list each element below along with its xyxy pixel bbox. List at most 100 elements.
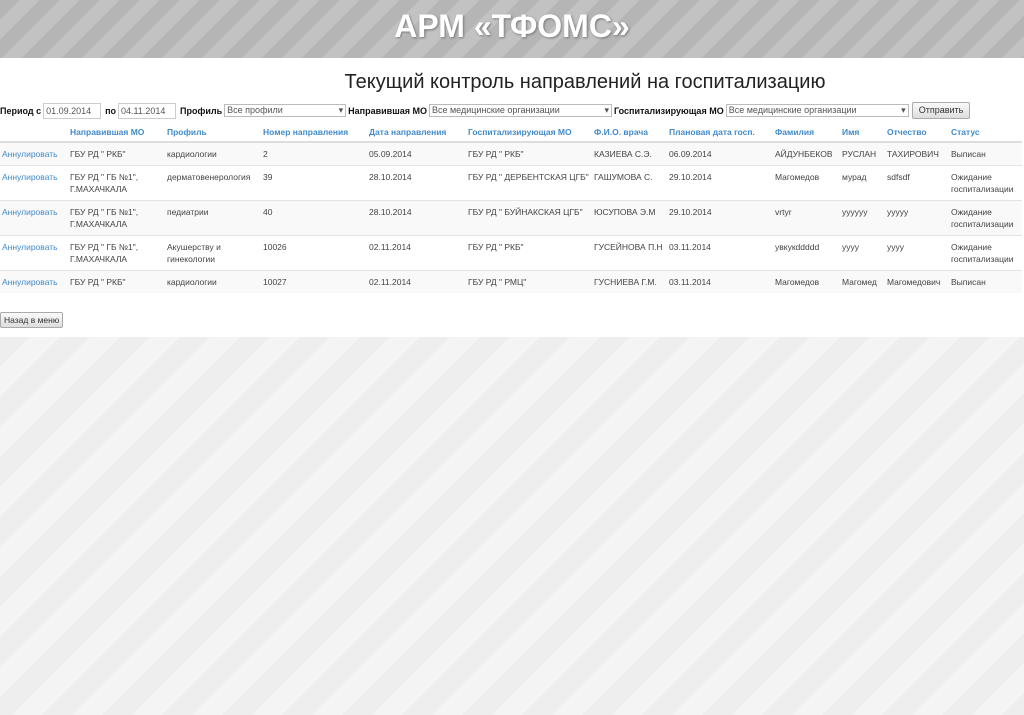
cell-referring-mo: ГБУ РД " РКБ" [68,270,165,293]
cell-hosp-mo: ГБУ РД " РКБ" [466,235,592,271]
annul-link[interactable]: Аннулировать [2,242,58,252]
cell-referral-date: 05.09.2014 [367,141,466,166]
page-title: Текущий контроль направлений на госпитал… [344,71,826,93]
background-pattern [0,337,1024,715]
annul-link[interactable]: Аннулировать [2,277,58,287]
cell-action: Аннулировать [0,235,68,271]
cell-planned-date: 29.10.2014 [667,200,773,236]
cell-last-name: Магомедов [773,270,840,293]
main-content: Текущий контроль направлений на госпитал… [0,58,1024,337]
annul-link[interactable]: Аннулировать [2,149,58,159]
cell-hosp-mo: ГБУ РД " БУЙНАКСКАЯ ЦГБ" [466,200,592,236]
cell-patronymic: yyyyy [885,200,949,236]
cell-profile: дерматовенерология [165,165,261,201]
cell-last-name: АЙДУНБЕКОВ [773,141,840,166]
cell-status: Ожидание госпитализации [949,165,1022,201]
cell-patronymic: ТАХИРОВИЧ [885,141,949,166]
hosp-mo-value: Все медицинские организации [728,105,857,115]
cell-action: Аннулировать [0,141,68,166]
cell-profile: кардиологии [165,270,261,293]
column-header-last-name: Фамилия [773,123,840,143]
cell-patronymic: yyyy [885,235,949,271]
cell-first-name: yyyy [840,235,885,271]
cell-last-name: увкукddddd [773,235,840,271]
cell-doctor-name: ЮСУПОВА Э.М [592,200,667,236]
profile-label: Профиль [180,105,223,116]
cell-referral-number: 40 [261,200,367,236]
table-row: Аннулировать ГБУ РД " ГБ №1", Г.МАХАЧКАЛА… [0,165,1022,201]
period-from-input[interactable]: 01.09.2014 [43,102,102,119]
referring-mo-value: Все медицинские организации [431,105,560,115]
cell-first-name: Магомед [840,270,885,293]
cell-doctor-name: КАЗИЕВА С.Э. [592,141,667,166]
cell-referral-number: 39 [261,165,367,201]
cell-referral-date: 02.11.2014 [367,270,466,293]
column-header-action [0,123,68,143]
cell-referral-date: 28.10.2014 [367,200,466,236]
column-header-referring-mo: Направившая МО [68,123,165,143]
dropdown-arrow-icon: ▾ [338,105,344,115]
cell-referral-number: 2 [261,141,367,166]
cell-status: Ожидание госпитализации [949,200,1022,236]
referring-mo-label: Направившая МО [348,105,427,116]
column-header-profile: Профиль [165,123,261,143]
column-header-first-name: Имя [840,123,885,143]
hosp-mo-label: Госпитализирующая МО [613,105,724,116]
cell-hosp-mo: ГБУ РД " РМЦ" [466,270,592,293]
cell-first-name: РУСЛАН [840,141,885,166]
column-header-referral-number: Номер направления [261,123,367,143]
cell-hosp-mo: ГБУ РД " ДЕРБЕНТСКАЯ ЦГБ" [466,165,592,201]
cell-status: Выписан [949,141,1022,166]
period-to-input[interactable]: 04.11.2014 [118,102,177,119]
cell-referral-date: 28.10.2014 [367,165,466,201]
annul-link[interactable]: Аннулировать [2,172,58,182]
column-header-doctor-name: Ф.И.О. врача [592,123,667,143]
cell-planned-date: 03.11.2014 [667,270,773,293]
app-title: АРМ «ТФОМС» [394,8,630,44]
referring-mo-select[interactable]: Все медицинские организации ▾ [428,104,612,117]
cell-referring-mo: ГБУ РД " ГБ №1", Г.МАХАЧКАЛА [68,165,165,201]
hosp-mo-select[interactable]: Все медицинские организации ▾ [725,104,909,117]
filter-bar: Период с 01.09.2014 по 04.11.2014 Профил… [0,102,971,119]
cell-planned-date: 29.10.2014 [667,165,773,201]
referrals-table: Направившая МО Профиль Номер направления Да… [0,123,1022,293]
cell-first-name: мурад [840,165,885,201]
profile-select[interactable]: Все профили ▾ [224,104,347,117]
cell-patronymic: sdfsdf [885,165,949,201]
table-row: Аннулировать ГБУ РД " ГБ №1", Г.МАХАЧКАЛА… [0,235,1022,271]
cell-status: Выписан [949,270,1022,293]
period-to-label: по [105,105,117,116]
cell-patronymic: Магомедович [885,270,949,293]
annul-link[interactable]: Аннулировать [2,207,58,217]
cell-first-name: yyyyyy [840,200,885,236]
cell-doctor-name: ГУСНИЕВА Г.М. [592,270,667,293]
table-row: Аннулировать ГБУ РД " РКБ" кардиологии 1002… [0,270,1022,293]
dropdown-arrow-icon: ▾ [604,105,609,115]
cell-referring-mo: ГБУ РД " РКБ" [68,141,165,166]
back-to-menu-button[interactable]: Назад в меню [0,312,64,328]
period-from-label: Период с [0,105,42,116]
submit-button[interactable]: Отправить [911,102,971,119]
app-header: АРМ «ТФОМС» [0,0,1024,58]
cell-last-name: Магомедов [773,165,840,201]
column-header-referral-date: Дата направления [367,123,466,143]
cell-profile: Акушерству и гинекологии [165,235,261,271]
cell-doctor-name: ГАШУМОВА С. [592,165,667,201]
dropdown-arrow-icon: ▾ [901,105,906,115]
column-header-hosp-mo: Госпитализирующая МО [466,123,592,143]
table-row: Аннулировать ГБУ РД " ГБ №1", Г.МАХАЧКАЛА… [0,200,1022,236]
cell-status: Ожидание госпитализации [949,235,1022,271]
column-header-planned-date: Плановая дата госп. [667,123,773,143]
cell-profile: кардиологии [165,141,261,166]
cell-action: Аннулировать [0,165,68,201]
profile-value: Все профили [227,105,283,115]
cell-profile: педиатрии [165,200,261,236]
cell-doctor-name: ГУСЕЙНОВА П.Н [592,235,667,271]
table-header-row: Направившая МО Профиль Номер направления Да… [0,123,1022,143]
cell-referral-number: 10027 [261,270,367,293]
cell-last-name: vrtyr [773,200,840,236]
table-row: Аннулировать ГБУ РД " РКБ" кардиологии 2 05.… [0,141,1022,166]
column-header-patronymic: Отчество [885,123,949,143]
cell-referring-mo: ГБУ РД " ГБ №1", Г.МАХАЧКАЛА [68,235,165,271]
cell-planned-date: 03.11.2014 [667,235,773,271]
